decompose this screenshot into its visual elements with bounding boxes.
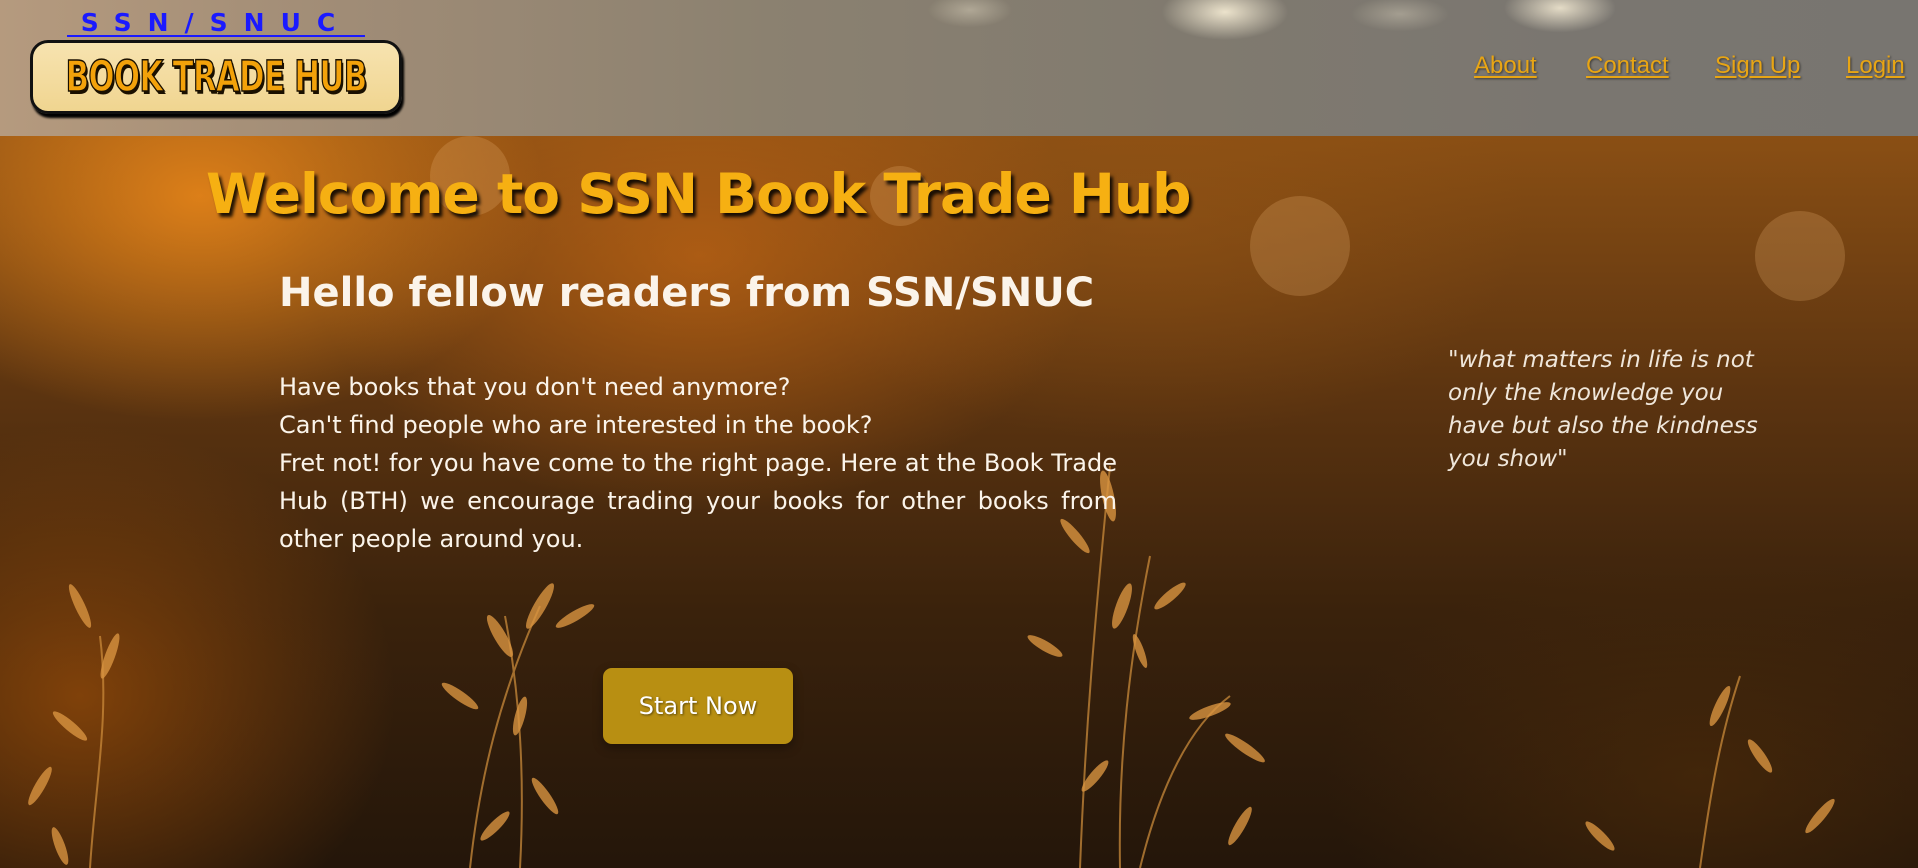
logo-badge: BOOK TRADE HUB (30, 40, 402, 114)
intro-line-2: Can't find people who are interested in … (279, 411, 873, 439)
page-title: Welcome to SSN Book Trade Hub (206, 162, 1191, 226)
intro-paragraph: Have books that you don't need anymore? … (279, 368, 1117, 558)
logo-divider (67, 35, 365, 37)
nav-link-contact[interactable]: Contact (1586, 52, 1669, 80)
page-subtitle: Hello fellow readers from SSN/SNUC (279, 270, 1095, 316)
quote-text: "what matters in life is not only the kn… (1448, 347, 1758, 472)
logo-top-text: SSN/SNUC (80, 8, 352, 37)
site-logo[interactable]: SSN/SNUC BOOK TRADE HUB (30, 8, 404, 114)
intro-line-1: Have books that you don't need anymore? (279, 373, 791, 401)
intro-line-3: Fret not! for you have come to the right… (279, 449, 1117, 553)
nav-link-login[interactable]: Login (1846, 52, 1905, 80)
logo-main-text: BOOK TRADE HUB (65, 51, 368, 103)
nav-link-about[interactable]: About (1474, 52, 1537, 80)
start-now-button[interactable]: Start Now (603, 668, 793, 744)
nav-link-sign-up[interactable]: Sign Up (1715, 52, 1800, 80)
